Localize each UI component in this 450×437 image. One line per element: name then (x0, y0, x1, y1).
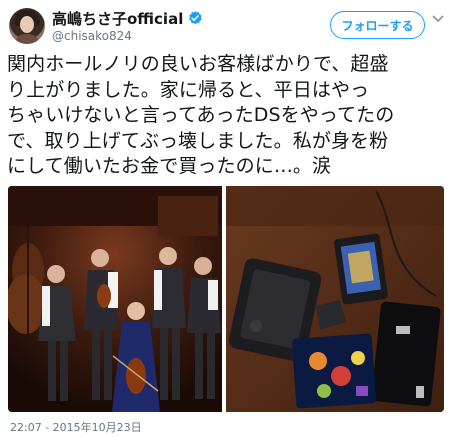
avatar[interactable] (9, 8, 45, 44)
follow-button[interactable]: フォローする (330, 11, 425, 39)
tweet-line: り上がりました。家に帰ると、平日はやっ (7, 78, 370, 101)
verified-icon (189, 11, 203, 25)
broken-ds-photo[interactable] (226, 186, 444, 412)
photo-grid (8, 186, 444, 412)
band-photo-image (8, 186, 222, 412)
author-name-row: 高嶋ちさ子official (52, 8, 203, 28)
band-photo[interactable] (8, 186, 222, 412)
tweet-text: 関内ホールノリの良いお客様ばかりで、超盛 り上がりました。家に帰ると、平日はやっ… (7, 52, 447, 180)
broken-ds-photo-image (226, 186, 444, 412)
tweet-line: にして働いたお金で買ったのに…。涙 (7, 155, 332, 177)
tweet-card: 高嶋ちさ子official @chisako824 フォローする 関内ホールノリ… (0, 0, 450, 437)
tweet-line: ちゃいけないと言ってあったDSをやってたの (7, 104, 395, 126)
tweet-line: 関内ホールノリの良いお客様ばかりで、超盛 (7, 53, 389, 75)
tweet-line: で、取り上げてぶっ壊しました。私が身を粉 (7, 129, 389, 152)
handle[interactable]: @chisako824 (52, 29, 132, 43)
chevron-down-icon[interactable] (431, 12, 445, 26)
timestamp[interactable]: 22:07 - 2015年10月23日 (10, 419, 142, 435)
display-name[interactable]: 高嶋ちさ子official (52, 8, 183, 29)
